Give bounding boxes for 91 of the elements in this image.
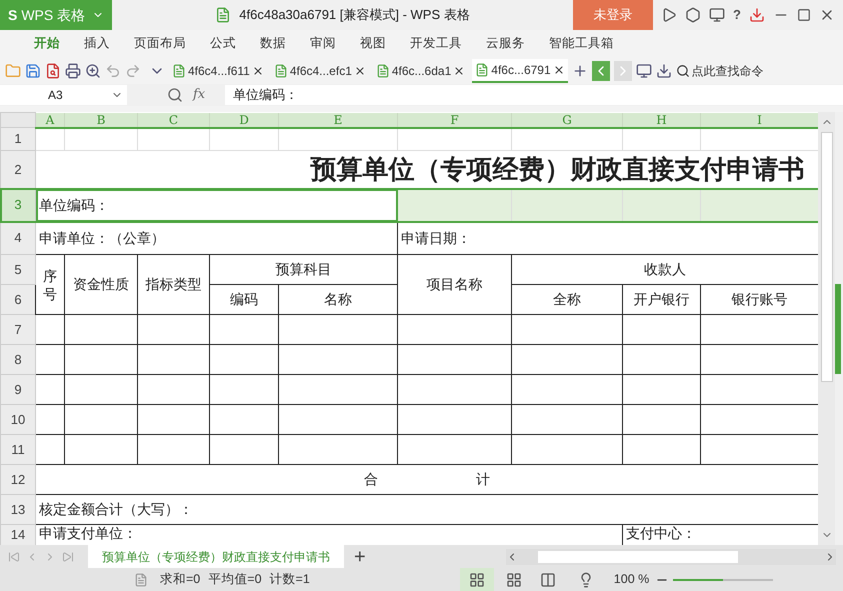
document-tab[interactable]: 4f6c4...f611 xyxy=(169,58,267,82)
table-cell: 支付中心： xyxy=(622,524,818,545)
row-header[interactable]: 10 xyxy=(0,404,36,434)
menu-tab[interactable]: 开发工具 xyxy=(398,32,474,56)
table-cell: 申请单位：（公章） xyxy=(36,222,398,254)
close-icon[interactable] xyxy=(354,64,366,76)
help-button[interactable]: ? xyxy=(733,5,741,25)
row-header[interactable]: 6 xyxy=(0,284,36,314)
row-header[interactable]: 1 xyxy=(0,128,36,150)
row-header[interactable]: 5 xyxy=(0,254,36,284)
zoom-level: 100 % xyxy=(614,571,650,588)
document-icon xyxy=(172,64,186,78)
document-icon xyxy=(274,64,288,78)
window-title: 4f6c48a30a6791 [兼容模式] - WPS 表格 xyxy=(239,6,470,24)
add-sheet-button[interactable]: + xyxy=(354,546,366,566)
close-icon[interactable] xyxy=(552,64,565,76)
row-header[interactable]: 12 xyxy=(0,464,36,494)
table-cell: 序号 xyxy=(36,254,64,314)
table-cell: 收款人 xyxy=(512,254,818,284)
menu-tab[interactable]: 开始 xyxy=(22,32,72,56)
previous-tab-button[interactable] xyxy=(592,60,610,80)
table-cell: 预算科目 xyxy=(210,254,398,284)
search-icon xyxy=(676,64,690,78)
table-cell: 名称 xyxy=(278,284,398,314)
menu-tab[interactable]: 智能工具箱 xyxy=(537,32,626,56)
table-cell: 合 计 xyxy=(36,464,818,494)
table-cell: 项目名称 xyxy=(398,254,512,314)
function-button[interactable]: fx xyxy=(193,85,206,105)
normal-view-button[interactable] xyxy=(460,568,494,591)
row-header[interactable]: 9 xyxy=(0,374,36,404)
document-icon xyxy=(376,64,390,78)
document-icon xyxy=(215,7,232,23)
command-search[interactable]: 点此查找命令 xyxy=(676,62,764,80)
scroll-thumb[interactable] xyxy=(538,550,738,562)
download-icon[interactable] xyxy=(749,7,765,23)
formula-field[interactable]: 单位编码： xyxy=(225,85,843,106)
tray-icon[interactable] xyxy=(656,62,672,78)
menu-tab[interactable]: 审阅 xyxy=(298,32,348,56)
save-icon[interactable] xyxy=(25,62,41,78)
columns-icon[interactable] xyxy=(540,572,556,588)
row-header[interactable]: 8 xyxy=(0,344,36,374)
row-header[interactable]: 2 xyxy=(0,150,36,188)
menu-tab[interactable]: 数据 xyxy=(248,32,298,56)
document-tab[interactable]: 4f6c4...efc1 xyxy=(270,58,369,82)
table-cell: 编码 xyxy=(210,284,278,314)
play-icon[interactable] xyxy=(661,7,678,23)
close-icon[interactable] xyxy=(453,64,466,76)
scroll-thumb[interactable] xyxy=(820,132,832,382)
row-header[interactable]: 14 xyxy=(0,524,36,545)
vertical-scrollbar[interactable] xyxy=(818,112,835,545)
table-cell: 开户银行 xyxy=(622,284,700,314)
zoom-in-icon[interactable] xyxy=(85,62,101,78)
table-cell: 核定金额合计（大写）： xyxy=(36,494,818,524)
maximize-icon[interactable] xyxy=(797,8,811,22)
monitor-icon[interactable] xyxy=(709,7,726,23)
print-icon[interactable] xyxy=(65,62,81,78)
average-status: 平均值=0 xyxy=(208,571,262,588)
file-search-icon[interactable] xyxy=(45,62,61,78)
table-cell: 指标类型 xyxy=(138,254,210,314)
search-icon[interactable] xyxy=(167,87,183,104)
menu-tab[interactable]: 页面布局 xyxy=(122,32,198,56)
table-cell: 资金性质 xyxy=(64,254,138,314)
menu-tab[interactable]: 公式 xyxy=(198,32,248,56)
menu-tab[interactable]: 云服务 xyxy=(474,32,537,56)
table-cell: 单位编码： xyxy=(36,188,398,222)
row-header[interactable]: 4 xyxy=(0,222,36,254)
close-icon[interactable] xyxy=(252,64,264,76)
sheet-tab[interactable]: 预算单位（专项经费）财政直接支付申请书 xyxy=(88,545,344,568)
document-icon xyxy=(475,62,490,76)
menu-tab[interactable]: 视图 xyxy=(348,32,398,56)
grid-icon xyxy=(468,572,485,588)
document-tab[interactable]: 4f6c...6da1 xyxy=(372,58,468,82)
sheet-title: 预算单位（专项经费）财政直接支付申请书 xyxy=(36,150,818,188)
table-cell: 全称 xyxy=(512,284,622,314)
grid-icon[interactable] xyxy=(506,572,522,588)
hexagon-icon[interactable] xyxy=(685,7,702,23)
row-header[interactable]: 13 xyxy=(0,494,36,524)
table-cell: 申请日期： xyxy=(398,222,818,254)
monitor-icon[interactable] xyxy=(636,62,652,78)
table-cell: 申请支付单位： xyxy=(36,524,622,545)
row-header[interactable]: 11 xyxy=(0,434,36,464)
menu-tab[interactable]: 插入 xyxy=(72,32,122,56)
name-box[interactable]: A3 xyxy=(0,85,127,106)
table-cell: 银行账号 xyxy=(700,284,818,314)
sum-status: 求和=0 xyxy=(160,571,200,588)
count-status: 计数=1 xyxy=(270,571,310,588)
horizontal-scrollbar[interactable] xyxy=(506,548,836,564)
row-header[interactable]: 7 xyxy=(0,314,36,344)
document-tab[interactable]: 4f6c...6791 xyxy=(472,58,568,82)
document-icon xyxy=(134,572,148,586)
new-tab-icon[interactable] xyxy=(572,62,588,78)
